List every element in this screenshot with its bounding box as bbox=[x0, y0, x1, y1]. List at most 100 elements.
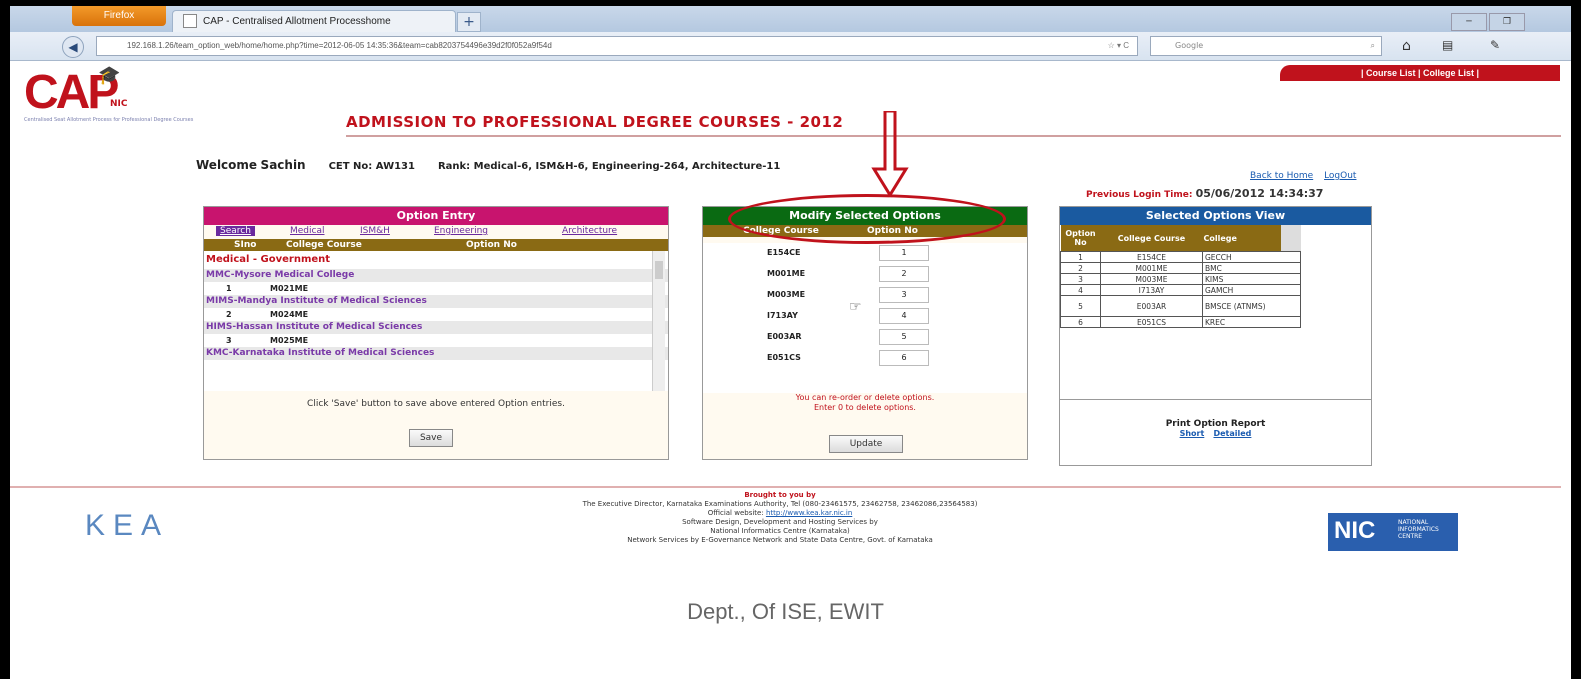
bookmarks-icon[interactable]: ▤ bbox=[1442, 38, 1453, 52]
website-label: Official website: bbox=[707, 509, 764, 517]
user-name: Sachin bbox=[260, 158, 306, 172]
sno: 2 bbox=[226, 310, 232, 319]
back-arrow-icon[interactable]: ◀ bbox=[62, 36, 84, 58]
college-name: HIMS-Hassan Institute of Medical Science… bbox=[204, 321, 668, 334]
option-no-input[interactable]: 1 bbox=[879, 245, 929, 261]
option-entry-columns: SIno College Course Option No bbox=[204, 239, 668, 251]
cell-no: 3 bbox=[1060, 273, 1101, 285]
cell-no: 2 bbox=[1060, 262, 1101, 274]
last-login-label: Previous Login Time: bbox=[1086, 190, 1193, 200]
tab-medical[interactable]: Medical bbox=[290, 226, 324, 236]
table-row: 6 E051CS KREC bbox=[1060, 316, 1301, 328]
kea-logo: KEA bbox=[85, 509, 195, 553]
course-code: E003AR bbox=[767, 332, 802, 341]
firefox-menu-button[interactable]: Firefox bbox=[72, 6, 166, 26]
option-no-input[interactable]: 4 bbox=[879, 308, 929, 324]
modify-rows: E154CE 1 M001ME 2 M003ME 3 I713AY 4 E003AR 5 … bbox=[703, 243, 1027, 393]
page-title: ADMISSION TO PROFESSIONAL DEGREE COURSES… bbox=[346, 113, 844, 131]
table-row: 4 I713AY GAMCH bbox=[1060, 284, 1301, 296]
search-input[interactable]: Google ⌕ bbox=[1150, 36, 1382, 56]
header-spacer bbox=[1280, 225, 1301, 252]
option-no-input[interactable]: 6 bbox=[879, 350, 929, 366]
cell-no: 4 bbox=[1060, 284, 1101, 296]
col-sino: SIno bbox=[234, 240, 257, 250]
update-button[interactable]: Update bbox=[829, 435, 903, 453]
addons-icon[interactable]: ✎ bbox=[1490, 38, 1500, 52]
col-college-course: College Course bbox=[286, 240, 362, 250]
modify-note-1: You can re-order or delete options. bbox=[795, 393, 935, 402]
cap-logo: CAP 🎓 NIC Centralised Seat Allotment Pro… bbox=[24, 65, 214, 149]
short-report-link[interactable]: Short bbox=[1180, 429, 1205, 438]
option-no-input[interactable]: 2 bbox=[879, 266, 929, 282]
detailed-report-link[interactable]: Detailed bbox=[1213, 429, 1251, 438]
minimize-button[interactable]: ─ bbox=[1451, 13, 1487, 31]
save-button[interactable]: Save bbox=[409, 429, 453, 447]
rank-label: Rank: bbox=[437, 161, 471, 172]
option-no-input[interactable] bbox=[480, 283, 534, 293]
maximize-button[interactable]: ❐ bbox=[1489, 13, 1525, 31]
tab-search[interactable]: Search bbox=[216, 226, 255, 236]
cell-course: E051CS bbox=[1100, 316, 1203, 328]
table-row: I713AY 4 bbox=[703, 306, 1027, 327]
option-no-input[interactable] bbox=[480, 335, 534, 345]
window-controls: ─❐✕ bbox=[1449, 9, 1565, 53]
website-link[interactable]: http://www.kea.kar.nic.in bbox=[766, 509, 852, 517]
scrollbar-thumb[interactable] bbox=[655, 261, 663, 279]
account-links: Back to Home LogOut bbox=[1242, 171, 1356, 181]
red-arrow-icon bbox=[871, 111, 909, 197]
option-no-input[interactable] bbox=[480, 309, 534, 319]
cell-no: 1 bbox=[1060, 251, 1101, 263]
search-icon[interactable]: ⌕ bbox=[1371, 37, 1375, 55]
footer-line-4: National Informatics Centre (Karnataka) bbox=[710, 527, 850, 535]
tab-ismh[interactable]: ISM&H bbox=[360, 226, 390, 236]
course-code: I713AY bbox=[767, 311, 798, 320]
logout-link[interactable]: LogOut bbox=[1324, 171, 1356, 181]
cell-college: BMC bbox=[1202, 262, 1301, 274]
tab-engineering[interactable]: Engineering bbox=[434, 226, 488, 236]
home-icon[interactable]: ⌂ bbox=[1402, 38, 1411, 54]
table-header-row: Option No College Course College bbox=[1060, 225, 1301, 252]
favicon-icon bbox=[183, 14, 197, 29]
table-row: E154CE 1 bbox=[703, 243, 1027, 264]
brought-by: Brought to you by bbox=[744, 491, 816, 499]
cell-college: KREC bbox=[1202, 316, 1301, 328]
cell-course: M001ME bbox=[1100, 262, 1203, 274]
site-footer: Brought to you by The Executive Director… bbox=[400, 491, 1160, 545]
cell-course: E154CE bbox=[1100, 251, 1203, 263]
cet-label: CET No: bbox=[328, 161, 373, 172]
col-option-no: Option No bbox=[466, 240, 517, 250]
course-code: E154CE bbox=[767, 248, 801, 257]
report-divider bbox=[1060, 399, 1371, 400]
browser-nav-bar: ◀ 192.168.1.26/team_option_web/home/home… bbox=[10, 32, 1571, 61]
slide-footer: Dept., Of ISE, EWIT bbox=[687, 599, 884, 624]
col-college-course: College Course bbox=[1100, 225, 1203, 252]
list-scrollbar[interactable] bbox=[652, 251, 665, 391]
reload-icon[interactable]: ☆ ▾ C bbox=[1108, 37, 1129, 55]
option-no-input[interactable]: 3 bbox=[879, 287, 929, 303]
cell-course: E003AR bbox=[1100, 295, 1203, 317]
course-code: E051CS bbox=[767, 353, 801, 362]
option-no-input[interactable]: 5 bbox=[879, 329, 929, 345]
course-code: M021ME bbox=[270, 284, 309, 293]
tab-architecture[interactable]: Architecture bbox=[562, 226, 617, 236]
table-row: 5 E003AR BMSCE (ATNMS) bbox=[1060, 295, 1301, 317]
back-to-home-link[interactable]: Back to Home bbox=[1250, 171, 1313, 181]
top-nav-links[interactable]: | Course List | College List | bbox=[1280, 65, 1560, 81]
nic-logo-text: NIC bbox=[1334, 517, 1376, 544]
last-login-value: 05/06/2012 14:34:37 bbox=[1195, 187, 1324, 200]
url-text: 192.168.1.26/team_option_web/home/home.p… bbox=[127, 41, 552, 50]
option-entry-list: Medical - Government MMC-Mysore Medical … bbox=[204, 251, 668, 391]
table-row: 1 E154CE GECCH bbox=[1060, 251, 1301, 263]
nic-logo: NIC NATIONAL INFORMATICS CENTRE bbox=[1328, 513, 1458, 551]
title-divider bbox=[346, 135, 1561, 137]
new-tab-button[interactable]: + bbox=[457, 12, 481, 32]
rank-value: Medical-6, ISM&H-6, Engineering-264, Arc… bbox=[473, 161, 781, 172]
course-code: M025ME bbox=[270, 336, 309, 345]
table-row: M001ME 2 bbox=[703, 264, 1027, 285]
url-bar[interactable]: 192.168.1.26/team_option_web/home/home.p… bbox=[96, 36, 1138, 56]
modify-options-panel: Modify Selected Options College Course O… bbox=[702, 206, 1028, 460]
cell-college: GECCH bbox=[1202, 251, 1301, 263]
print-report: Print Option Report Short Detailed bbox=[1060, 419, 1371, 439]
list-item: 3 M025ME bbox=[204, 334, 668, 347]
browser-tab[interactable]: CAP - Centralised Allotment Processhome bbox=[172, 10, 456, 33]
